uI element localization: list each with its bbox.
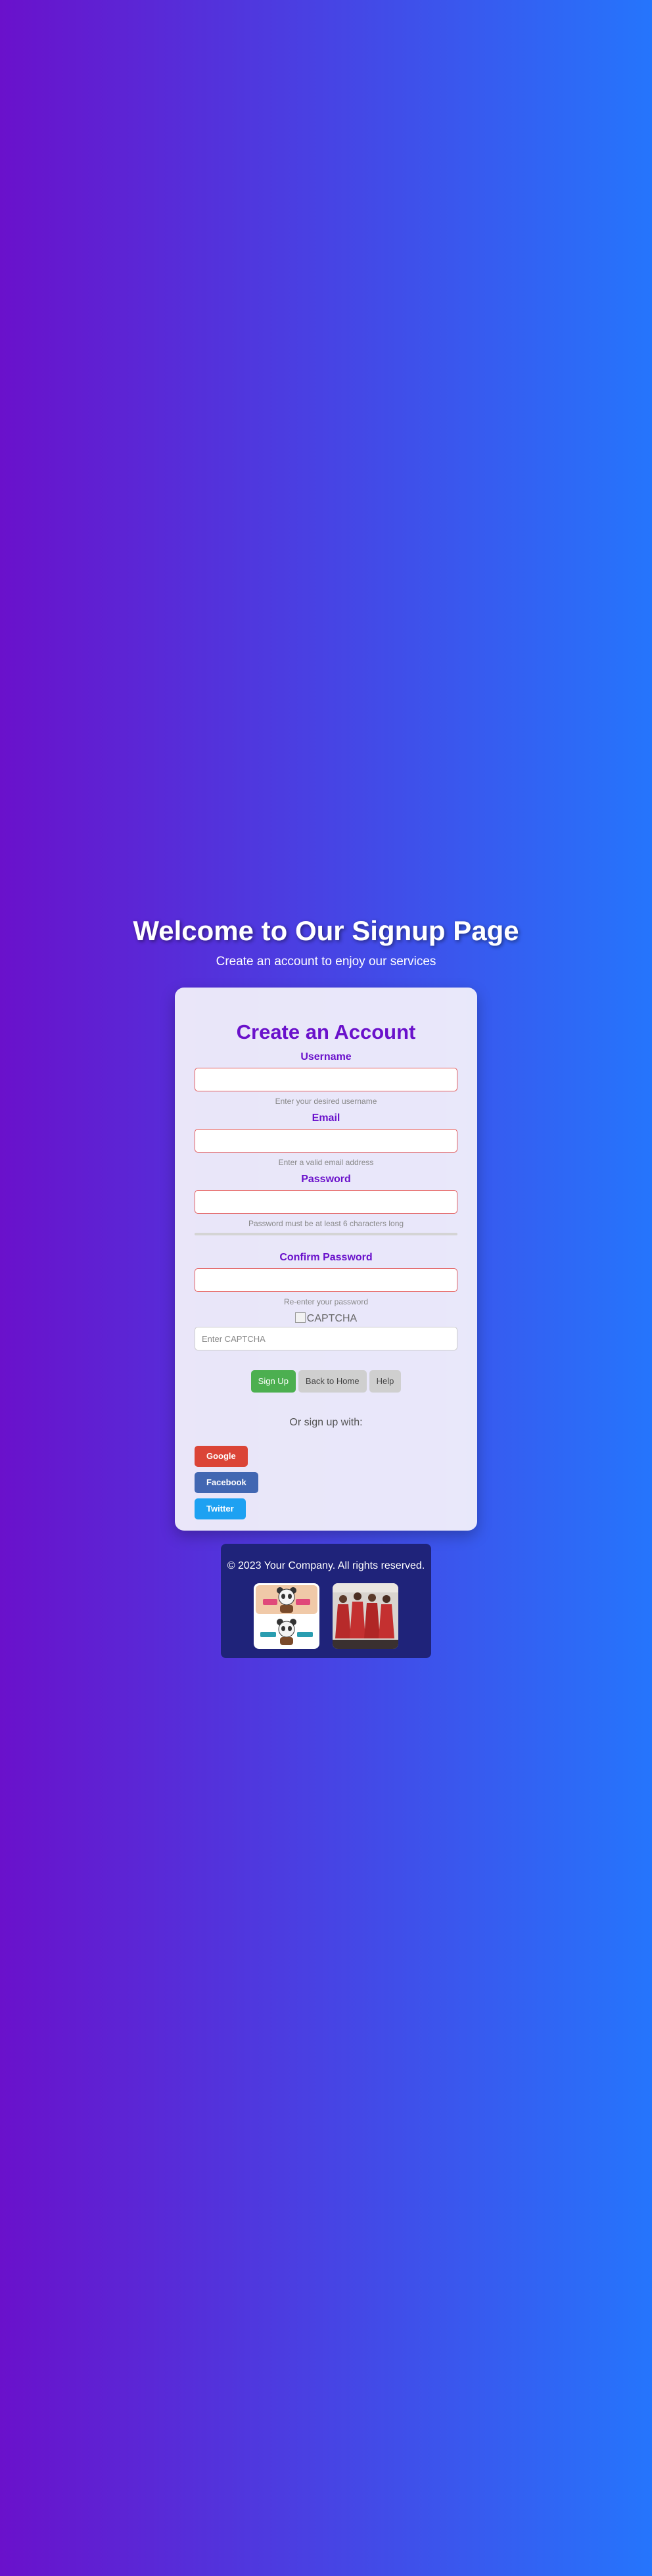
confirm-password-field-group: Confirm Password Re-enter your password xyxy=(195,1251,457,1307)
password-input[interactable] xyxy=(195,1190,457,1214)
username-field-group: Username Enter your desired username xyxy=(195,1051,457,1107)
captcha-input[interactable] xyxy=(195,1327,457,1350)
username-label: Username xyxy=(300,1051,352,1062)
password-hint: Password must be at least 6 characters l… xyxy=(248,1219,404,1228)
confirm-password-input[interactable] xyxy=(195,1268,457,1292)
back-home-button[interactable]: Back to Home xyxy=(298,1370,367,1393)
form-actions: Sign Up Back to Home Help xyxy=(195,1370,457,1393)
form-title: Create an Account xyxy=(236,1020,416,1043)
twitter-signup-button[interactable]: Twitter xyxy=(195,1498,246,1519)
captcha-image-alt: CAPTCHA xyxy=(306,1313,358,1324)
password-label: Password xyxy=(301,1174,351,1185)
panda-sticker-image xyxy=(254,1583,319,1649)
email-field-group: Email Enter a valid email address xyxy=(195,1112,457,1168)
password-strength-bar xyxy=(195,1233,457,1235)
page-subtitle: Create an account to enjoy our services xyxy=(216,955,436,968)
social-prompt: Or sign up with: xyxy=(289,1417,363,1428)
confirm-password-hint: Re-enter your password xyxy=(283,1297,369,1306)
copyright-text: © 2023 Your Company. All rights reserved… xyxy=(227,1560,425,1571)
page-footer: © 2023 Your Company. All rights reserved… xyxy=(221,1544,431,1658)
signup-button[interactable]: Sign Up xyxy=(250,1370,296,1393)
username-hint: Enter your desired username xyxy=(275,1097,377,1106)
username-input[interactable] xyxy=(195,1068,457,1091)
help-button[interactable]: Help xyxy=(369,1370,402,1393)
group-photo-image xyxy=(333,1583,398,1649)
captcha-image: CAPTCHA xyxy=(195,1312,457,1325)
page-header: Welcome to Our Signup Page Create an acc… xyxy=(0,913,652,970)
broken-image-icon xyxy=(294,1312,306,1323)
confirm-password-label: Confirm Password xyxy=(279,1252,373,1263)
google-signup-button[interactable]: Google xyxy=(195,1446,248,1467)
page-title: Welcome to Our Signup Page xyxy=(133,915,519,946)
email-label: Email xyxy=(312,1112,340,1124)
social-buttons: Google Facebook Twitter xyxy=(195,1446,457,1519)
signup-card: Create an Account Username Enter your de… xyxy=(175,988,477,1531)
footer-images xyxy=(221,1583,431,1649)
password-field-group: Password Password must be at least 6 cha… xyxy=(195,1173,457,1235)
facebook-signup-button[interactable]: Facebook xyxy=(195,1472,258,1493)
email-hint: Enter a valid email address xyxy=(278,1158,374,1167)
email-input[interactable] xyxy=(195,1129,457,1153)
